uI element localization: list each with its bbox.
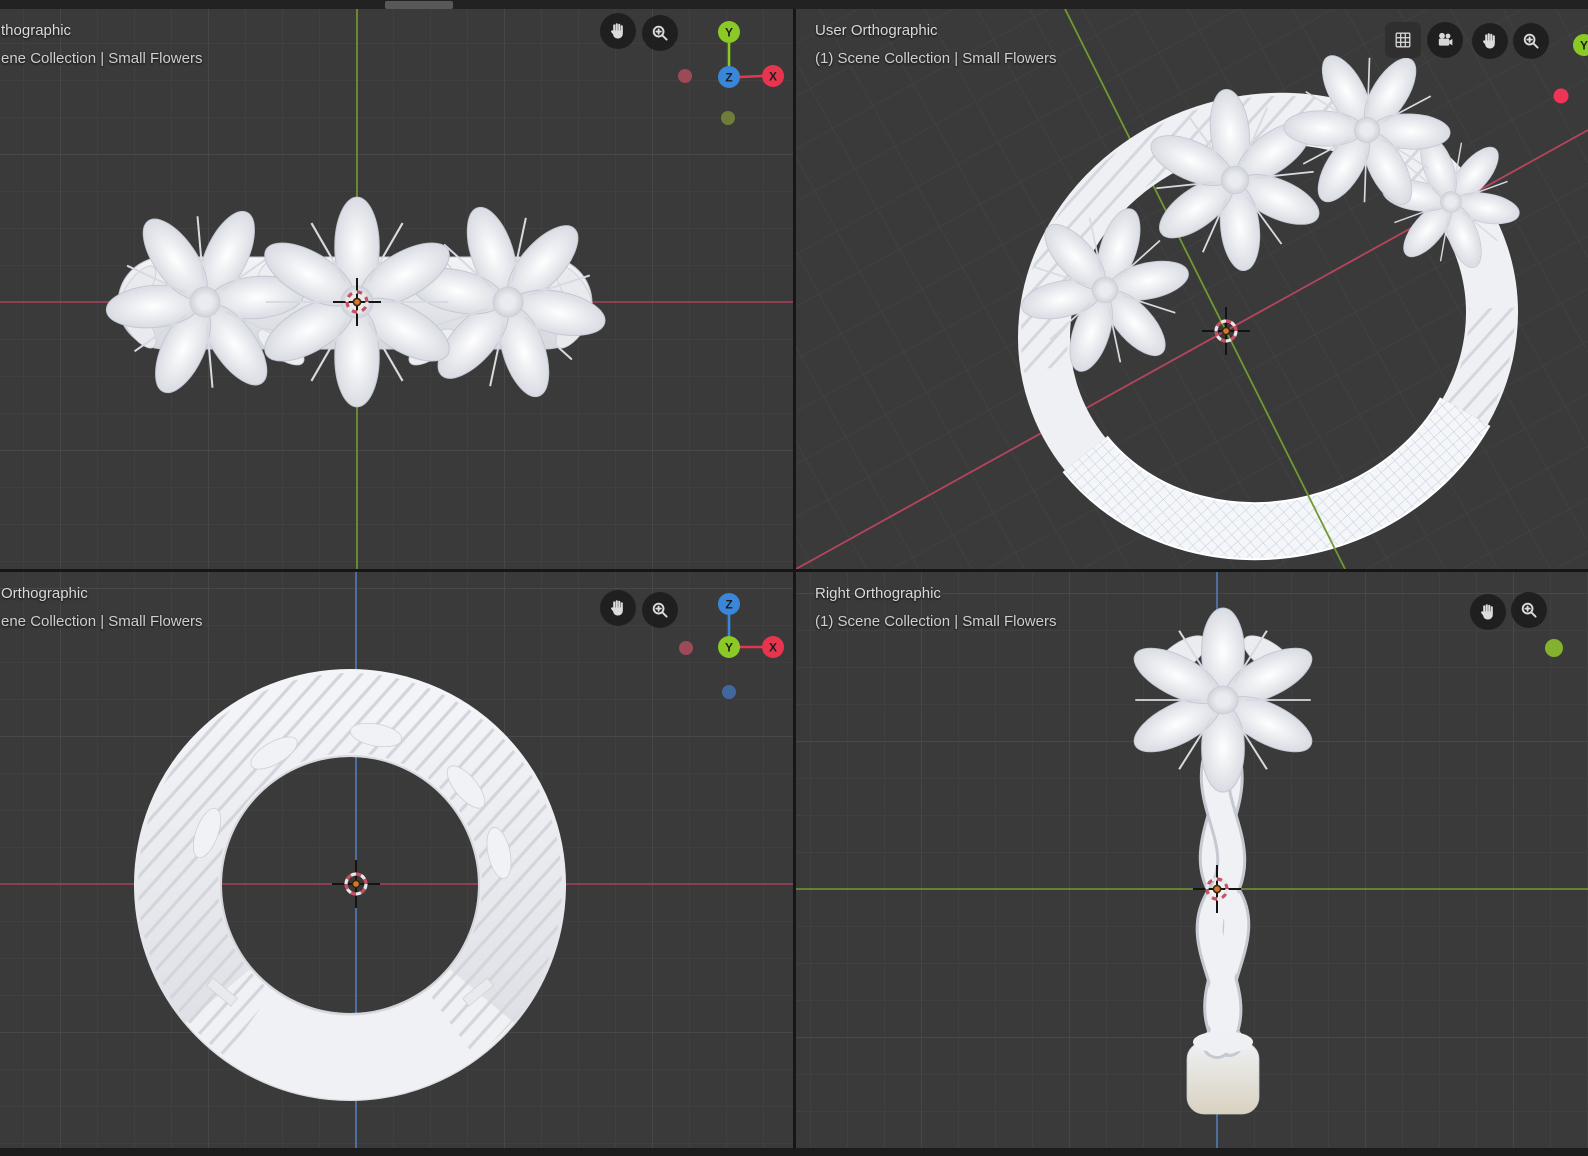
gizmo-axis-y-negative[interactable] (721, 111, 735, 125)
navigation-gizmo[interactable]: Z Y X (660, 582, 793, 707)
navigation-gizmo[interactable]: Y (1548, 23, 1588, 119)
zoom-magnifier-icon[interactable] (1511, 592, 1547, 628)
svg-text:Z: Z (725, 598, 732, 612)
top-bar (0, 0, 1588, 9)
svg-text:Y: Y (1580, 39, 1588, 53)
viewport-top-right-canvas (796, 9, 1588, 569)
svg-text:X: X (769, 641, 777, 655)
view-mode-label: thographic (1, 22, 72, 39)
blender-quad-view-window: thographic ene Collection | Small Flower… (0, 0, 1588, 1156)
collection-breadcrumb: (1) Scene Collection | Small Flowers (815, 613, 1057, 630)
pan-hand-icon[interactable] (1472, 23, 1508, 59)
gizmo-axis-x-negative[interactable] (679, 641, 693, 655)
gizmo-axis-z-positive[interactable]: Z (718, 66, 740, 88)
collection-breadcrumb: (1) Scene Collection | Small Flowers (815, 50, 1057, 67)
gizmo-axis-x-negative[interactable] (1553, 88, 1569, 104)
svg-text:Y: Y (725, 26, 733, 40)
viewport-bottom-right[interactable]: Right Orthographic (1) Scene Collection … (796, 572, 1588, 1148)
gizmo-axis-y-negative[interactable] (1545, 639, 1563, 657)
viewport-bottom-right-canvas (796, 572, 1588, 1148)
gizmo-axis-z-positive[interactable]: Z (718, 593, 740, 615)
pan-hand-icon[interactable] (600, 13, 636, 49)
gizmo-axis-y-positive[interactable]: Y (1573, 34, 1588, 56)
viewport-splitter-horizontal[interactable] (0, 569, 1588, 572)
pan-hand-icon[interactable] (600, 590, 636, 626)
view-mode-label: User Orthographic (815, 22, 938, 39)
grid-icon[interactable] (1385, 22, 1421, 58)
gizmo-axis-x-negative[interactable] (678, 69, 692, 83)
gizmo-axis-x-positive[interactable]: X (762, 65, 784, 87)
collection-breadcrumb: ene Collection | Small Flowers (1, 50, 203, 67)
view-mode-label: Right Orthographic (815, 585, 941, 602)
viewport-top-left[interactable]: thographic ene Collection | Small Flower… (0, 9, 793, 569)
gizmo-axis-y-positive[interactable]: Y (718, 21, 740, 43)
top-bar-segment (385, 1, 453, 9)
gizmo-axis-z-negative[interactable] (722, 685, 736, 699)
gizmo-axis-x-positive[interactable]: X (762, 636, 784, 658)
svg-text:Z: Z (725, 71, 732, 85)
navigation-gizmo[interactable] (1536, 630, 1576, 670)
collection-breadcrumb: ene Collection | Small Flowers (1, 613, 203, 630)
viewport-splitter-vertical[interactable] (793, 9, 796, 1148)
bottom-bar (0, 1148, 1588, 1156)
svg-text:X: X (769, 70, 777, 84)
svg-text:Y: Y (725, 641, 733, 655)
view-mode-label: Orthographic (1, 585, 88, 602)
viewport-bottom-left[interactable]: Orthographic ene Collection | Small Flow… (0, 572, 793, 1148)
gizmo-axis-y-positive[interactable]: Y (718, 636, 740, 658)
viewport-top-right[interactable]: User Orthographic (1) Scene Collection |… (796, 9, 1588, 569)
zoom-magnifier-icon[interactable] (1513, 23, 1549, 59)
camera-icon[interactable] (1427, 22, 1463, 58)
navigation-gizmo[interactable]: Y Z X (660, 9, 793, 142)
pan-hand-icon[interactable] (1470, 594, 1506, 630)
